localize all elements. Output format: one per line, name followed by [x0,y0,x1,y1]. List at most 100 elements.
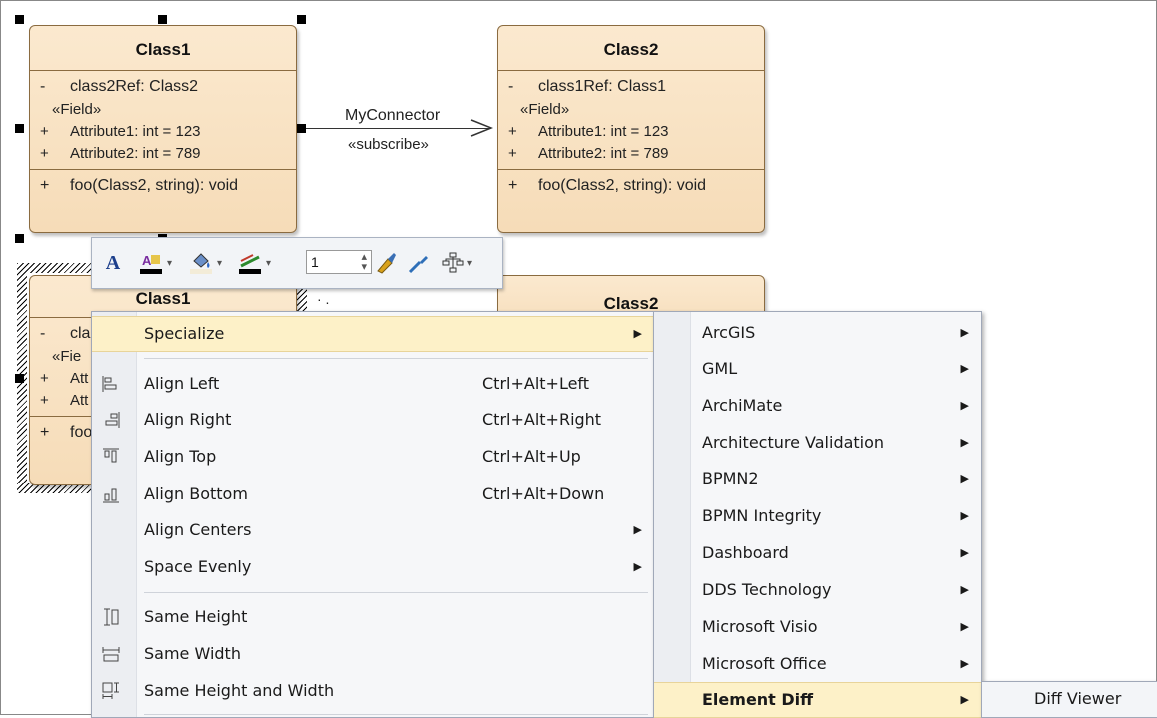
class-name: Class1 [30,26,296,71]
spinner-arrows-icon[interactable]: ▴ ▾ [361,252,367,273]
visibility-marker: - [40,78,46,95]
menu-item-same-width[interactable]: Same Width [92,637,654,671]
menu-separator [144,592,648,593]
connector-arrowhead [470,119,494,137]
visibility-marker: + [508,123,517,140]
submenu-arrow-icon: ▶ [960,583,969,596]
menu-item-label: Dashboard [702,543,789,562]
selection-handle[interactable] [297,15,306,24]
selection-handle[interactable] [15,124,24,133]
diagram-canvas[interactable]: Class1 - class2Ref: Class2 «Field» + Attri… [0,0,1157,718]
submenu-arrow-icon: ▶ [960,326,969,339]
menu-item-label: Align Top [144,447,217,466]
visibility-marker: - [40,325,46,342]
element-diff-submenu: Diff Viewer [981,681,1157,718]
menu-item-label: Same Width [144,644,241,663]
menu-item-specialize[interactable]: Specialize ▶ [92,316,654,352]
visibility-marker: + [40,145,49,162]
attribute-row[interactable]: + Attribute2: int = 789 [498,143,764,165]
menu-item-label: Microsoft Office [702,654,827,673]
menu-item-architecture-validation[interactable]: Architecture Validation ▶ [654,426,981,460]
menu-item-arcgis[interactable]: ArcGIS ▶ [654,316,981,350]
connector-line[interactable] [306,128,491,129]
attribute-text: cla [70,325,91,342]
attribute-row[interactable]: + Attribute1: int = 123 [498,121,764,143]
quick-style-toolbar: A A ▾ ▾ ▾ 1 ▴ ▾ ▾ [91,237,503,289]
selection-handle[interactable] [15,15,24,24]
selection-handle[interactable] [15,234,24,243]
menu-item-align-right[interactable]: Align Right Ctrl+Alt+Right [92,403,654,437]
menu-item-align-bottom[interactable]: Align Bottom Ctrl+Alt+Down [92,477,654,511]
menu-item-align-left[interactable]: Align Left Ctrl+Alt+Left [92,367,654,401]
class-element-class1[interactable]: Class1 - class2Ref: Class2 «Field» + Attri… [29,25,297,233]
submenu-arrow-icon: ▶ [960,362,969,375]
operation-row[interactable]: + foo(Class2, string): void [30,174,296,198]
visibility-marker: + [40,392,49,409]
selection-hatch-right [297,288,307,312]
menu-item-bpmn2[interactable]: BPMN2 ▶ [654,462,981,496]
same-size-icon [102,682,120,700]
menu-item-label: ArcGIS [702,323,756,342]
menu-item-gml[interactable]: GML ▶ [654,352,981,386]
menu-item-label: Align Left [144,374,220,393]
font-color-icon[interactable]: A ▾ [136,251,176,275]
class-element-class2[interactable]: Class2 - class1Ref: Class1 «Field» + Attri… [497,25,765,233]
menu-item-same-height-and-width[interactable]: Same Height and Width [92,674,654,708]
attribute-text: Attribute2: int = 789 [70,145,201,162]
menu-item-label: Align Centers [144,520,252,539]
menu-item-label: Architecture Validation [702,433,885,452]
same-height-icon [102,608,120,626]
submenu-arrow-icon: ▶ [960,657,969,670]
get-style-icon[interactable] [407,251,431,275]
connector-name-label[interactable]: MyConnector [345,107,441,125]
menu-item-label: Align Bottom [144,484,248,503]
selection-handle[interactable] [158,15,167,24]
visibility-marker: + [40,370,49,387]
menu-item-archimate[interactable]: ArchiMate ▶ [654,389,981,423]
apply-style-icon[interactable] [374,251,398,275]
menu-item-label: Align Right [144,410,232,429]
menu-item-align-centers[interactable]: Align Centers ▶ [92,513,654,547]
menu-item-label: Space Evenly [144,557,252,576]
menu-separator [144,358,648,359]
connector-fragment: · . [317,291,330,307]
attribute-row[interactable]: - class1Ref: Class1 [498,75,764,99]
attribute-row[interactable]: + Attribute1: int = 123 [30,121,296,143]
attribute-row[interactable]: - class2Ref: Class2 [30,75,296,99]
menu-item-same-height[interactable]: Same Height [92,600,654,634]
menu-item-space-evenly[interactable]: Space Evenly ▶ [92,550,654,584]
menu-item-shortcut: Ctrl+Alt+Down [482,484,605,503]
line-color-icon[interactable]: ▾ [235,251,275,275]
menu-item-microsoft-visio[interactable]: Microsoft Visio ▶ [654,610,981,644]
submenu-arrow-icon: ▶ [633,327,642,340]
line-width-spinner[interactable]: 1 ▴ ▾ [306,250,372,274]
menu-item-bpmn-integrity[interactable]: BPMN Integrity ▶ [654,499,981,533]
layout-icon[interactable]: ▾ [437,251,477,275]
font-icon[interactable]: A [102,251,124,275]
selection-handle[interactable] [297,124,306,133]
menu-item-dds-technology[interactable]: DDS Technology ▶ [654,573,981,607]
menu-item-label: BPMN Integrity [702,506,822,525]
attribute-row[interactable]: + Attribute2: int = 789 [30,143,296,165]
visibility-marker: - [508,78,514,95]
submenu-arrow-icon: ▶ [960,509,969,522]
menu-item-dashboard[interactable]: Dashboard ▶ [654,536,981,570]
visibility-marker: + [508,177,518,194]
menu-item-microsoft-office[interactable]: Microsoft Office ▶ [654,647,981,681]
menu-item-align-top[interactable]: Align Top Ctrl+Alt+Up [92,440,654,474]
svg-text:A: A [142,253,152,268]
visibility-marker: + [40,424,50,441]
submenu-arrow-icon: ▶ [960,693,969,706]
selection-handle[interactable] [15,374,24,383]
menu-item-shortcut: Ctrl+Alt+Right [482,410,602,429]
menu-item-diff-viewer[interactable]: Diff Viewer [982,682,1157,716]
attribute-text: Attribute1: int = 123 [70,123,201,140]
align-top-icon [102,448,120,466]
operation-row[interactable]: + foo(Class2, string): void [498,174,764,198]
fill-color-icon[interactable]: ▾ [186,251,226,275]
menu-item-label: ArchiMate [702,396,783,415]
visibility-marker: + [40,177,50,194]
menu-item-shortcut: Ctrl+Alt+Left [482,374,590,393]
connector-stereotype-label[interactable]: «subscribe» [348,136,429,153]
menu-item-element-diff[interactable]: Element Diff ▶ [654,682,981,718]
